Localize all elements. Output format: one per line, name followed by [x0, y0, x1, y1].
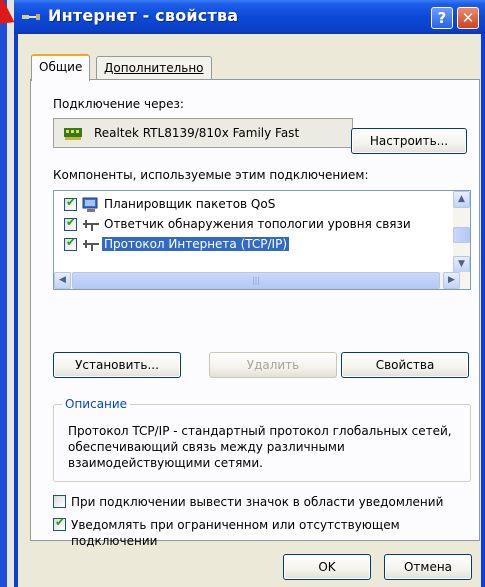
properties-button-label: Свойства	[375, 358, 435, 372]
ok-button[interactable]: OK	[283, 554, 371, 580]
scroll-down-icon[interactable]: ▼	[453, 256, 470, 273]
qos-scheduler-icon	[82, 197, 98, 212]
notify-checkbox[interactable]: ✔	[53, 515, 66, 531]
close-button[interactable]: ✕	[457, 7, 479, 29]
tab-general[interactable]: Общие	[31, 54, 91, 81]
checkmark-icon: ✔	[66, 195, 77, 209]
checkmark-icon: ✔	[66, 215, 77, 229]
network-connection-icon	[22, 14, 40, 20]
component-checkbox-tcpip[interactable]: ✔	[64, 235, 77, 251]
help-button[interactable]: ?	[431, 7, 453, 29]
tab-general-label: Общие	[39, 60, 83, 74]
scroll-right-icon[interactable]: ▶	[443, 272, 460, 289]
properties-button[interactable]: Свойства	[341, 352, 469, 378]
horizontal-scroll-thumb[interactable]: |||	[72, 272, 440, 289]
general-tab-panel: Подключение через: Realtek RTL8139/810x …	[30, 79, 480, 548]
description-group: Описание Протокол TCP/IP - стандартный п…	[53, 397, 471, 482]
description-title: Описание	[62, 397, 131, 411]
vertical-scroll-thumb[interactable]	[453, 227, 470, 243]
install-button[interactable]: Установить...	[53, 352, 181, 378]
adapter-display: Realtek RTL8139/810x Family Fast	[53, 118, 353, 148]
horizontal-scrollbar[interactable]: ◀ ||| ▶	[54, 272, 470, 289]
background-window-edge	[0, 0, 14, 587]
protocol-icon	[83, 240, 99, 251]
configure-button-label: Настроить...	[369, 134, 449, 148]
component-label: Протокол Интернета (TCP/IP)	[102, 237, 290, 251]
components-list[interactable]: ✔ Планировщик пакетов QoS ✔ Ответчик обн…	[53, 190, 471, 290]
install-button-label: Установить...	[75, 358, 159, 372]
title-bar[interactable]: Интернет - свойства ? ✕	[14, 0, 485, 34]
show-icon-label: При подключении вывести значок в области…	[71, 495, 444, 509]
scroll-left-icon[interactable]: ◀	[54, 272, 71, 289]
notify-label: Уведомлять при ограниченном или отсутств…	[71, 518, 400, 548]
vertical-scrollbar[interactable]: ▲ ▼	[453, 191, 470, 273]
cancel-button[interactable]: Отмена	[384, 554, 472, 580]
adapter-name: Realtek RTL8139/810x Family Fast	[94, 126, 300, 140]
tab-advanced[interactable]: Дополнительно	[96, 56, 212, 80]
component-item-tcpip[interactable]: ✔ Протокол Интернета (TCP/IP)	[60, 235, 450, 255]
remove-button[interactable]: Удалить	[209, 352, 337, 378]
window-title: Интернет - свойства	[48, 6, 239, 25]
protocol-icon	[83, 220, 99, 231]
component-checkbox-qos[interactable]: ✔	[64, 195, 77, 211]
ok-button-label: OK	[318, 560, 336, 574]
component-item-lltd[interactable]: ✔ Ответчик обнаружения топологии уровня …	[60, 215, 450, 235]
tab-advanced-label: Дополнительно	[104, 61, 204, 75]
description-text: Протокол TCP/IP - стандартный протокол г…	[68, 424, 452, 470]
background-window-border	[7, 0, 14, 587]
component-checkbox-lltd[interactable]: ✔	[64, 215, 77, 231]
cancel-button-label: Отмена	[403, 560, 453, 574]
scroll-up-icon[interactable]: ▲	[453, 191, 470, 208]
network-adapter-icon	[64, 128, 82, 140]
internet-properties-window: Интернет - свойства ? ✕ Общие Дополнител…	[14, 0, 485, 587]
component-label: Планировщик пакетов QoS	[104, 197, 276, 211]
component-item-qos[interactable]: ✔ Планировщик пакетов QoS	[60, 195, 450, 215]
remove-button-label: Удалить	[246, 358, 300, 372]
checkmark-icon: ✔	[55, 515, 66, 529]
connect-using-label: Подключение через:	[53, 97, 184, 111]
component-label: Ответчик обнаружения топологии уровня св…	[104, 217, 411, 231]
dialog-client-area: Общие Дополнительно Подключение через: R…	[18, 34, 481, 587]
show-icon-checkbox[interactable]	[53, 495, 66, 508]
configure-button[interactable]: Настроить...	[351, 128, 467, 154]
components-label: Компоненты, используемые этим подключени…	[53, 168, 369, 182]
checkmark-icon: ✔	[66, 235, 77, 249]
